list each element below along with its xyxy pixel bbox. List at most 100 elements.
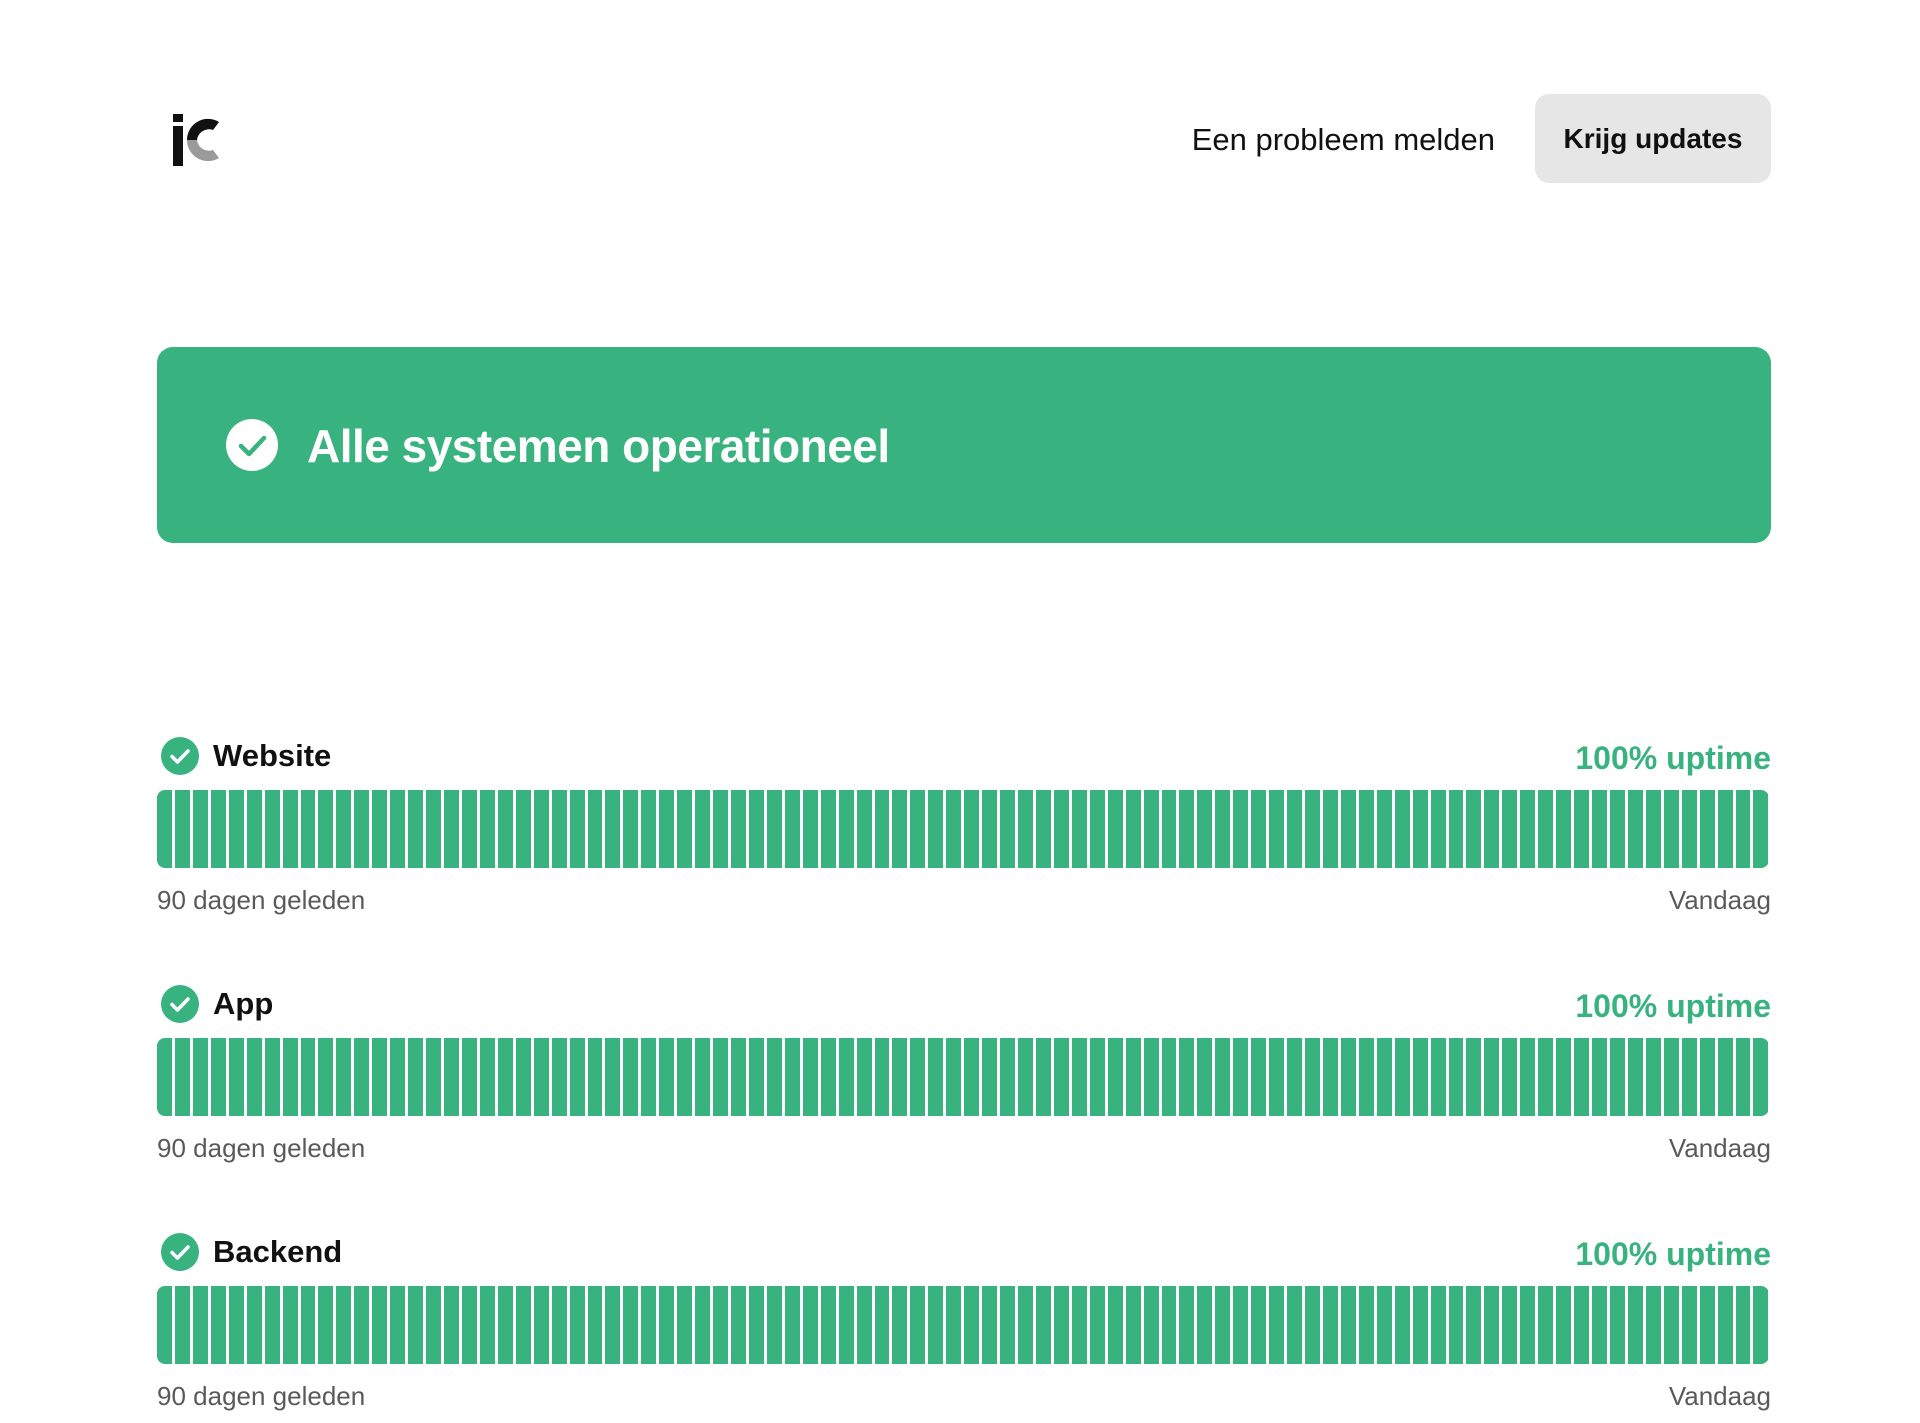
day-uptime-bar[interactable]: [820, 1038, 836, 1116]
day-uptime-bar[interactable]: [354, 1038, 370, 1116]
day-uptime-bar[interactable]: [533, 1038, 549, 1116]
day-uptime-bar[interactable]: [444, 1038, 459, 1116]
day-uptime-bar[interactable]: [713, 1038, 728, 1116]
day-uptime-bar[interactable]: [748, 1038, 764, 1116]
day-uptime-bar[interactable]: [1574, 1038, 1589, 1116]
day-uptime-bar[interactable]: [210, 1038, 226, 1116]
day-uptime-bar[interactable]: [946, 1038, 962, 1116]
day-uptime-bar[interactable]: [820, 790, 836, 868]
day-uptime-bar[interactable]: [641, 1038, 657, 1116]
day-uptime-bar[interactable]: [1322, 1038, 1338, 1116]
day-uptime-bar[interactable]: [1627, 790, 1643, 868]
day-uptime-bar[interactable]: [641, 1286, 657, 1364]
day-uptime-bar[interactable]: [677, 1038, 693, 1116]
day-uptime-bar[interactable]: [1627, 1286, 1643, 1364]
day-uptime-bar[interactable]: [1394, 790, 1410, 868]
day-uptime-bar[interactable]: [1502, 790, 1518, 868]
day-uptime-bar[interactable]: [264, 1286, 280, 1364]
day-uptime-bar[interactable]: [497, 790, 513, 868]
day-uptime-bar[interactable]: [1609, 1038, 1625, 1116]
day-uptime-bar[interactable]: [695, 1286, 711, 1364]
day-uptime-bar[interactable]: [1251, 1038, 1267, 1116]
day-uptime-bar[interactable]: [1000, 790, 1015, 868]
day-uptime-bar[interactable]: [1717, 790, 1733, 868]
day-uptime-bar[interactable]: [461, 1286, 477, 1364]
day-uptime-bar[interactable]: [1233, 790, 1249, 868]
day-uptime-bar[interactable]: [748, 790, 764, 868]
day-uptime-bar[interactable]: [784, 1038, 800, 1116]
day-uptime-bar[interactable]: [856, 1286, 872, 1364]
day-uptime-bar[interactable]: [1663, 1038, 1679, 1116]
day-uptime-bar[interactable]: [1179, 1286, 1195, 1364]
day-uptime-bar[interactable]: [1340, 1038, 1356, 1116]
day-uptime-bar[interactable]: [1340, 1286, 1356, 1364]
day-uptime-bar[interactable]: [1018, 1286, 1033, 1364]
day-uptime-bar[interactable]: [1735, 1038, 1751, 1116]
day-uptime-bar[interactable]: [426, 1286, 441, 1364]
day-uptime-bar[interactable]: [497, 1286, 513, 1364]
day-uptime-bar[interactable]: [497, 1038, 513, 1116]
day-uptime-bar[interactable]: [1358, 1038, 1374, 1116]
day-uptime-bar[interactable]: [1412, 1286, 1428, 1364]
day-uptime-bar[interactable]: [587, 1286, 603, 1364]
day-uptime-bar[interactable]: [390, 790, 406, 868]
day-uptime-bar[interactable]: [1251, 1286, 1267, 1364]
day-uptime-bar[interactable]: [174, 1038, 190, 1116]
day-uptime-bar[interactable]: [1753, 1286, 1769, 1364]
day-uptime-bar[interactable]: [1035, 1038, 1051, 1116]
day-uptime-bar[interactable]: [1287, 1038, 1302, 1116]
day-uptime-bar[interactable]: [551, 1038, 567, 1116]
day-uptime-bar[interactable]: [318, 790, 334, 868]
day-uptime-bar[interactable]: [515, 790, 531, 868]
day-uptime-bar[interactable]: [928, 790, 944, 868]
day-uptime-bar[interactable]: [1412, 1038, 1428, 1116]
day-uptime-bar[interactable]: [1161, 1286, 1177, 1364]
day-uptime-bar[interactable]: [1269, 1286, 1285, 1364]
day-uptime-bar[interactable]: [1681, 1286, 1697, 1364]
day-uptime-bar[interactable]: [892, 1286, 908, 1364]
day-uptime-bar[interactable]: [1520, 1038, 1536, 1116]
day-uptime-bar[interactable]: [695, 1038, 711, 1116]
day-uptime-bar[interactable]: [1430, 790, 1446, 868]
day-uptime-bar[interactable]: [1717, 1038, 1733, 1116]
day-uptime-bar[interactable]: [928, 1286, 944, 1364]
day-uptime-bar[interactable]: [982, 790, 998, 868]
day-uptime-bar[interactable]: [1322, 1286, 1338, 1364]
day-uptime-bar[interactable]: [408, 790, 424, 868]
day-uptime-bar[interactable]: [372, 790, 388, 868]
day-uptime-bar[interactable]: [569, 1038, 585, 1116]
day-uptime-bar[interactable]: [784, 790, 800, 868]
day-uptime-bar[interactable]: [1018, 790, 1033, 868]
day-uptime-bar[interactable]: [766, 1038, 782, 1116]
day-uptime-bar[interactable]: [1663, 1286, 1679, 1364]
day-uptime-bar[interactable]: [1645, 1038, 1661, 1116]
day-uptime-bar[interactable]: [1089, 790, 1105, 868]
day-uptime-bar[interactable]: [1592, 790, 1607, 868]
day-uptime-bar[interactable]: [1035, 1286, 1051, 1364]
day-uptime-bar[interactable]: [1376, 790, 1392, 868]
day-uptime-bar[interactable]: [1305, 1038, 1320, 1116]
day-uptime-bar[interactable]: [605, 1038, 621, 1116]
day-uptime-bar[interactable]: [1699, 1038, 1715, 1116]
day-uptime-bar[interactable]: [1197, 790, 1213, 868]
day-uptime-bar[interactable]: [1269, 790, 1285, 868]
day-uptime-bar[interactable]: [210, 1286, 226, 1364]
day-uptime-bar[interactable]: [1179, 1038, 1195, 1116]
day-uptime-bar[interactable]: [946, 1286, 962, 1364]
day-uptime-bar[interactable]: [157, 1038, 172, 1116]
day-uptime-bar[interactable]: [282, 1286, 298, 1364]
day-uptime-bar[interactable]: [892, 790, 908, 868]
day-uptime-bar[interactable]: [1556, 1038, 1572, 1116]
day-uptime-bar[interactable]: [1520, 1286, 1536, 1364]
day-uptime-bar[interactable]: [1179, 790, 1195, 868]
day-uptime-bar[interactable]: [1681, 790, 1697, 868]
day-uptime-bar[interactable]: [1000, 1038, 1015, 1116]
day-uptime-bar[interactable]: [408, 1286, 424, 1364]
day-uptime-bar[interactable]: [1663, 790, 1679, 868]
day-uptime-bar[interactable]: [246, 1286, 262, 1364]
day-uptime-bar[interactable]: [1556, 790, 1572, 868]
day-uptime-bar[interactable]: [1197, 1038, 1213, 1116]
day-uptime-bar[interactable]: [1251, 790, 1267, 868]
day-uptime-bar[interactable]: [1394, 1038, 1410, 1116]
day-uptime-bar[interactable]: [1466, 790, 1482, 868]
